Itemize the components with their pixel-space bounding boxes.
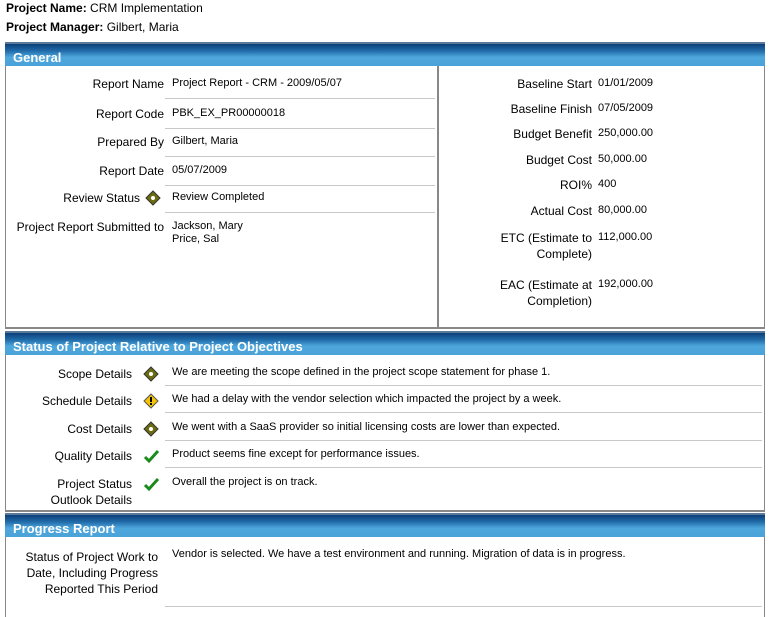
checkmark-icon — [143, 448, 160, 464]
status-header: Status of Project Relative to Project Ob… — [5, 331, 765, 355]
general-value: Project Report - CRM - 2009/05/07 — [172, 77, 342, 89]
general-label: Report Code — [95, 107, 164, 121]
general-value: Review Completed — [172, 191, 265, 203]
status-label: Quality Details — [54, 449, 132, 463]
status-label: Schedule Details — [41, 394, 132, 408]
progress-value: Vendor is selected. We have a test envir… — [172, 548, 626, 560]
general-right-value: 192,000.00 — [598, 278, 654, 290]
general-header: General — [5, 42, 765, 66]
general-right-value: 400 — [598, 178, 617, 190]
general-right-value: 50,000.00 — [598, 153, 647, 165]
checkmark-icon — [143, 476, 160, 492]
project-name: Project Name: CRM Implementation — [6, 1, 203, 15]
general-label: Report Date — [99, 164, 164, 178]
status-value: Overall the project is on track. — [172, 476, 318, 488]
general-right-value: 07/05/2009 — [598, 102, 654, 114]
green-diamond-icon — [143, 366, 159, 382]
general-label: Project Report Submitted to — [16, 220, 164, 234]
general-right-label: Baseline Start — [517, 77, 592, 91]
general-right-value: 80,000.00 — [598, 204, 647, 216]
status-label: Scope Details — [57, 367, 132, 381]
status-value: Product seems fine except for performanc… — [172, 448, 420, 460]
status-value: We went with a SaaS provider so initial … — [172, 421, 561, 433]
general-right-label: Baseline Finish — [510, 102, 592, 116]
green-diamond-icon — [143, 421, 159, 437]
general-right-label: ETC (Estimate to Complete) — [500, 231, 592, 261]
green-diamond-icon — [145, 190, 161, 206]
general-right-value: 112,000.00 — [598, 231, 653, 243]
status-value: We had a delay with the vendor selection… — [172, 393, 562, 405]
status-label: Cost Details — [67, 422, 132, 436]
warning-diamond-icon — [143, 393, 159, 409]
progress-label: Status of Project Work to Date, Including… — [25, 550, 159, 596]
general-right-label: Actual Cost — [530, 204, 592, 218]
project-manager: Project Manager: Gilbert, Maria — [6, 20, 179, 34]
general-right-value: 01/01/2009 — [598, 77, 654, 89]
general-label: Prepared By — [97, 135, 164, 149]
status-value: We are meeting the scope defined in the … — [172, 366, 551, 378]
general-value: 05/07/2009 — [172, 164, 228, 176]
general-label: Report Name — [92, 77, 164, 91]
general-right-label: Budget Benefit — [513, 127, 592, 141]
progress-header: Progress Report — [5, 513, 765, 537]
status-label: Project Status Outlook Details — [50, 477, 132, 507]
general-right-label: ROI% — [559, 178, 592, 192]
general-value: Jackson, Mary Price, Sal — [172, 220, 243, 245]
general-value: Gilbert, Maria — [172, 135, 239, 147]
general-right-value: 250,000.00 — [598, 127, 654, 139]
general-label: Review Status — [63, 191, 140, 205]
general-right-label: EAC (Estimate at Completion) — [499, 278, 592, 308]
general-right-label: Budget Cost — [525, 153, 592, 167]
general-value: PBK_EX_PR00000018 — [172, 107, 286, 119]
